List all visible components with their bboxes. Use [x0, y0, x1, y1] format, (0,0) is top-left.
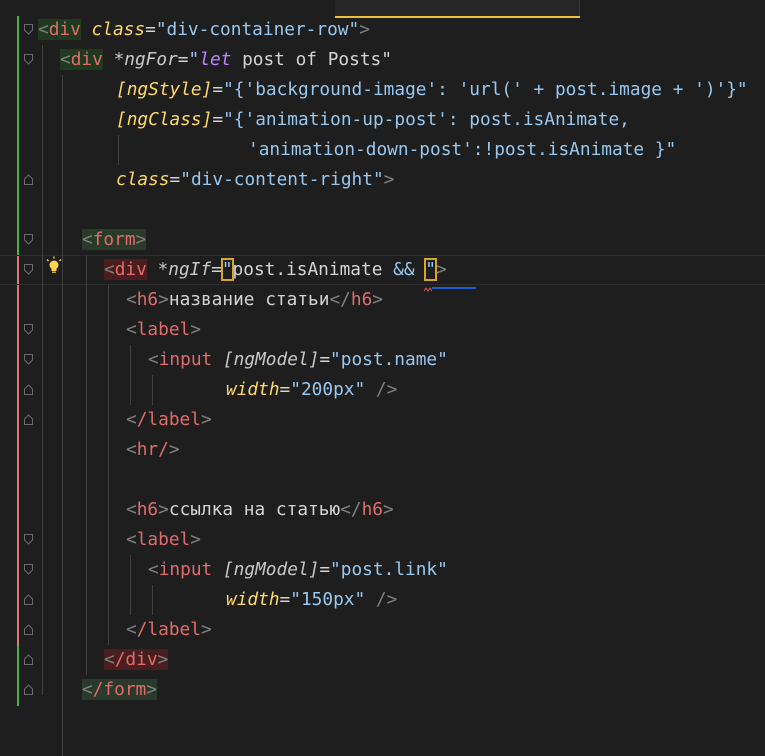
tag-name: /form	[92, 679, 147, 700]
code-line-19[interactable]: <input [ngModel]="post.link"	[148, 555, 448, 585]
attribute-value: "div-container-row"	[155, 19, 360, 40]
tag-name: label	[136, 319, 191, 340]
attribute-value: "{'background-image': 'url(' + post.imag…	[223, 79, 748, 100]
keyword: let	[199, 49, 232, 70]
code-line-5[interactable]: 'animation-down-post':!post.isAnimate }"	[248, 135, 676, 165]
tag-name: form	[92, 229, 136, 250]
gutter-change-bar-modified	[17, 256, 19, 646]
code-line-18[interactable]: <label>	[126, 525, 201, 555]
text-content: ссылка на статью	[168, 499, 341, 520]
tag-name: /div	[114, 649, 158, 670]
fold-end-icon[interactable]	[24, 174, 33, 185]
gutter-change-bar-added	[17, 16, 19, 256]
code-line-4[interactable]: [ngClass]="{'animation-up-post': post.is…	[116, 105, 630, 135]
fold-end-icon[interactable]	[24, 594, 33, 605]
attribute-value: "200px"	[290, 379, 366, 400]
attribute-name: [ngModel]	[222, 349, 320, 370]
indent-guide	[108, 285, 109, 645]
tag-name: input	[158, 559, 213, 580]
indent-guide	[152, 585, 153, 615]
code-line-21[interactable]: </label>	[126, 615, 212, 645]
indent-guide	[152, 375, 153, 405]
fold-chevron-icon[interactable]	[24, 324, 33, 335]
code-line-10[interactable]: <h6>название статьи</h6>	[126, 285, 383, 315]
tag-name: /label	[136, 409, 201, 430]
indent-guide	[42, 45, 43, 695]
code-line-23[interactable]: </form>	[82, 675, 157, 705]
attribute-value: "div-content-right"	[180, 169, 384, 190]
code-line-8[interactable]: <form>	[82, 225, 147, 255]
indent-guide	[130, 345, 131, 405]
code-line-2[interactable]: <div *ngFor="let post of Posts"	[60, 45, 392, 75]
code-line-15[interactable]: <hr/>	[126, 435, 180, 465]
fold-chevron-icon[interactable]	[24, 354, 33, 365]
fold-end-icon[interactable]	[24, 684, 33, 695]
tag-name: h6	[136, 499, 159, 520]
fold-chevron-icon[interactable]	[24, 264, 33, 275]
indent-guide	[118, 135, 119, 165]
tag-name: input	[158, 349, 213, 370]
attribute-name: width	[226, 379, 280, 400]
code-line-3[interactable]: [ngStyle]="{'background-image': 'url(' +…	[116, 75, 748, 105]
tag-name: div	[114, 259, 147, 280]
fold-end-icon[interactable]	[24, 654, 33, 665]
quote-match-open: "	[220, 258, 234, 281]
attribute-value: "{'animation-up-post': post.isAnimate,	[223, 109, 630, 130]
attribute-name: class	[116, 169, 170, 190]
indent-guide	[62, 75, 63, 756]
code-line-11[interactable]: <label>	[126, 315, 201, 345]
directive-name: *ngFor	[113, 49, 178, 70]
indent-guide	[86, 255, 87, 675]
code-line-6[interactable]: class="div-content-right">	[116, 165, 394, 195]
attribute-value: 'animation-down-post':!post.isAnimate }"	[248, 139, 677, 160]
code-editor[interactable]: <div class="div-container-row"> <div *ng…	[0, 0, 765, 756]
code-line-22[interactable]: </div>	[104, 645, 169, 675]
attribute-name: [ngClass]	[116, 109, 213, 130]
fold-end-icon[interactable]	[24, 624, 33, 635]
code-line-13[interactable]: width="200px" />	[226, 375, 397, 405]
fold-chevron-icon[interactable]	[24, 234, 33, 245]
lightbulb-icon[interactable]	[45, 256, 63, 276]
code-line-14[interactable]: </label>	[126, 405, 212, 435]
error-squiggle	[432, 283, 476, 289]
fold-chevron-icon[interactable]	[24, 534, 33, 545]
indent-guide	[130, 555, 131, 615]
logical-operator: &&	[393, 259, 415, 280]
tag-name: hr/	[136, 439, 169, 460]
warning-squiggle	[423, 277, 433, 292]
active-tab-indicator[interactable]	[335, 0, 580, 18]
fold-chevron-icon[interactable]	[24, 24, 33, 35]
tag-name: label	[136, 529, 191, 550]
attribute-name: [ngStyle]	[116, 79, 213, 100]
attribute-name: class	[91, 19, 146, 40]
code-line-9[interactable]: <div *ngIf="post.isAnimate && ">	[104, 255, 447, 285]
code-line-17[interactable]: <h6>ссылка на статью</h6>	[126, 495, 394, 525]
fold-chevron-icon[interactable]	[24, 54, 33, 65]
attribute-value: "post.link"	[330, 559, 448, 580]
tag-name: /label	[136, 619, 201, 640]
tag-name: div	[48, 19, 81, 40]
fold-end-icon[interactable]	[24, 384, 33, 395]
attribute-name: [ngModel]	[222, 559, 320, 580]
gutter-change-bar-added-2	[17, 646, 19, 706]
tab-divider	[579, 0, 580, 16]
code-line-20[interactable]: width="150px" />	[226, 585, 397, 615]
attribute-name: width	[226, 589, 280, 610]
attribute-value: "150px"	[290, 589, 366, 610]
attribute-value: "post.name"	[330, 349, 448, 370]
directive-name: *ngIf	[157, 259, 212, 280]
code-line-1[interactable]: <div class="div-container-row">	[38, 15, 370, 45]
fold-chevron-icon[interactable]	[24, 564, 33, 575]
text-content: название статьи	[168, 289, 330, 310]
fold-end-icon[interactable]	[24, 414, 33, 425]
tag-name: div	[70, 49, 103, 70]
code-line-12[interactable]: <input [ngModel]="post.name"	[148, 345, 448, 375]
tag-name: h6	[136, 289, 159, 310]
